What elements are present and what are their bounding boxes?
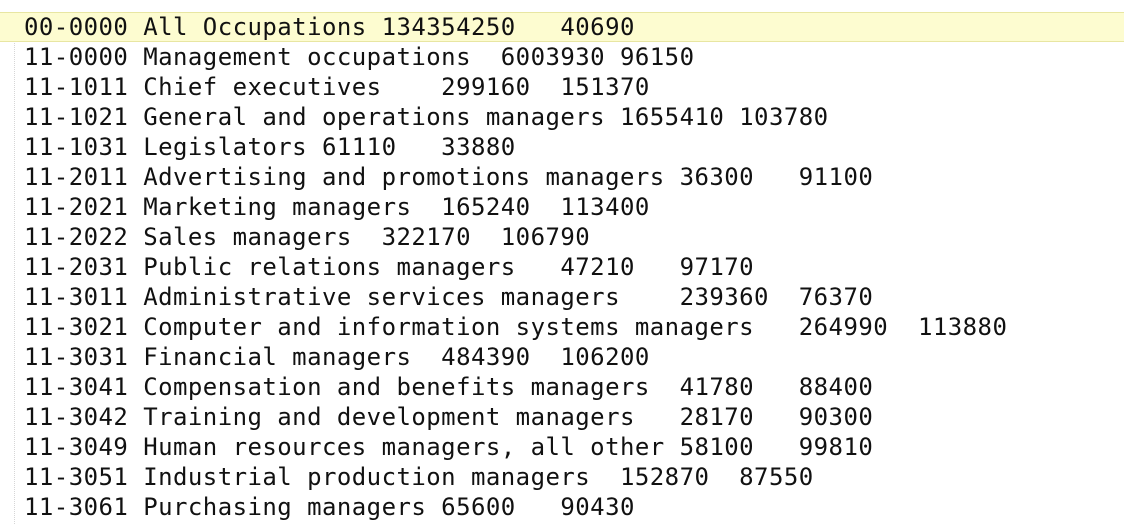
- text-line[interactable]: 11-2031 Public relations managers 47210 …: [0, 252, 1124, 282]
- current-line[interactable]: 00-0000 All Occupations 134354250 40690: [0, 12, 1124, 42]
- text-line[interactable]: 11-3042 Training and development manager…: [0, 402, 1124, 432]
- text-line[interactable]: 11-2021 Marketing managers 165240 113400: [0, 192, 1124, 222]
- text-line[interactable]: 11-3021 Computer and information systems…: [0, 312, 1124, 342]
- text-line[interactable]: 11-2011 Advertising and promotions manag…: [0, 162, 1124, 192]
- text-line[interactable]: 11-1011 Chief executives 299160 151370: [0, 72, 1124, 102]
- text-line[interactable]: 11-3031 Financial managers 484390 106200: [0, 342, 1124, 372]
- text-line[interactable]: 11-3011 Administrative services managers…: [0, 282, 1124, 312]
- text-line[interactable]: 11-1031 Legislators 61110 33880: [0, 132, 1124, 162]
- text-line[interactable]: 11-1021 General and operations managers …: [0, 102, 1124, 132]
- text-line[interactable]: 11-3049 Human resources managers, all ot…: [0, 432, 1124, 462]
- text-line[interactable]: 11-0000 Management occupations 6003930 9…: [0, 42, 1124, 72]
- text-line[interactable]: 11-3061 Purchasing managers 65600 90430: [0, 492, 1124, 522]
- editor-lines[interactable]: 00-0000 All Occupations 134354250 40690 1…: [0, 12, 1124, 522]
- text-line[interactable]: 11-2022 Sales managers 322170 106790: [0, 222, 1124, 252]
- text-line[interactable]: 11-3051 Industrial production managers 1…: [0, 462, 1124, 492]
- text-line[interactable]: 11-3041 Compensation and benefits manage…: [0, 372, 1124, 402]
- text-editor[interactable]: 00-0000 All Occupations 134354250 40690 1…: [0, 0, 1124, 524]
